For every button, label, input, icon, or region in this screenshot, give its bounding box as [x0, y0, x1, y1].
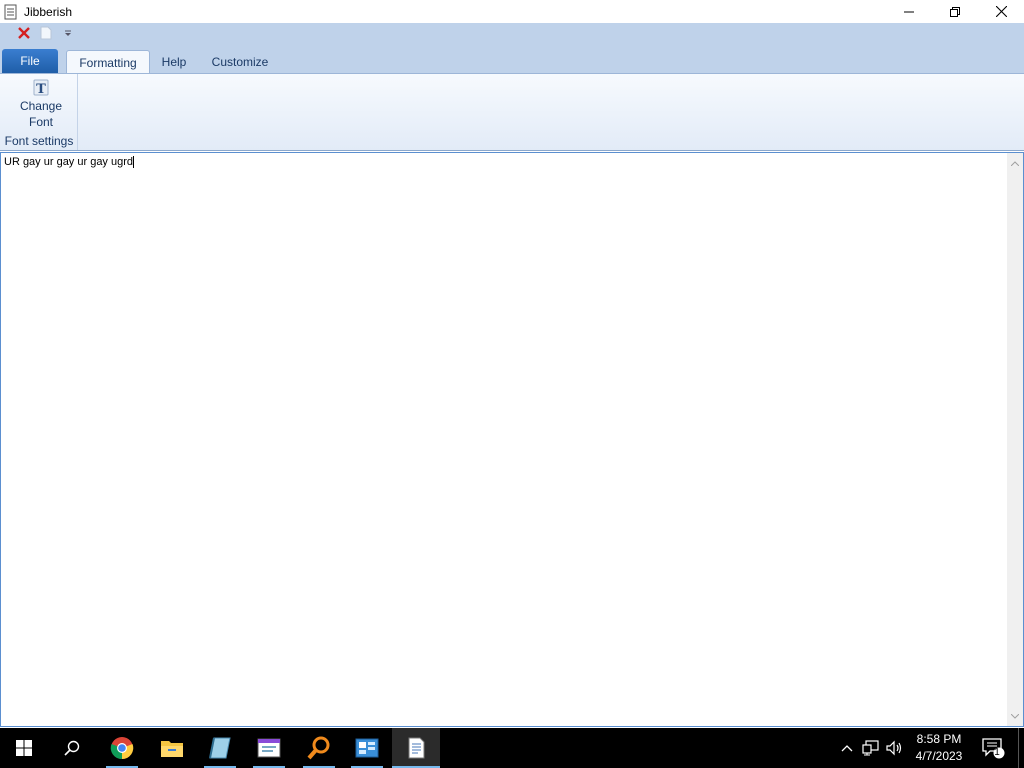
vertical-scrollbar[interactable]: [1007, 153, 1023, 726]
window-controls: [886, 0, 1024, 23]
text-editor[interactable]: UR gay ur gay ur gay ugrd: [0, 152, 1024, 727]
restore-icon: [950, 6, 960, 17]
taskbar-chrome[interactable]: [98, 728, 146, 768]
search-icon: [64, 740, 80, 756]
change-font-label-line2: Font: [28, 115, 53, 129]
tab-formatting[interactable]: Formatting: [66, 50, 150, 74]
start-icon: [16, 740, 32, 756]
window-title: Jibberish: [24, 4, 73, 19]
change-font-label-line1: Change: [19, 99, 63, 113]
network-button[interactable]: [860, 728, 882, 768]
svg-text:T: T: [36, 82, 46, 97]
ribbon-panel: T Change Font Font settings: [0, 73, 1024, 151]
action-center-button[interactable]: 1: [978, 728, 1008, 768]
text-caret: [133, 156, 135, 169]
new-document-button[interactable]: [36, 24, 56, 42]
font-icon: T: [33, 79, 49, 97]
close-icon: [995, 6, 1007, 17]
scroll-up-button[interactable]: [1007, 155, 1023, 171]
show-desktop-divider[interactable]: [1018, 728, 1019, 768]
show-hidden-icons-chevron: [841, 745, 853, 752]
taskbar-window-app[interactable]: [245, 728, 293, 768]
volume-icon: [886, 740, 902, 756]
restore-button[interactable]: [932, 0, 978, 23]
editor-content[interactable]: UR gay ur gay ur gay ugrd: [4, 156, 135, 169]
ribbon-tab-row: File Formatting Help Customize: [0, 43, 1024, 74]
system-clock[interactable]: 8:58 PM 4/7/2023: [906, 731, 972, 765]
show-hidden-icons-button[interactable]: [838, 728, 856, 768]
change-font-button[interactable]: T Change Font: [10, 78, 72, 130]
tab-customize[interactable]: Customize: [204, 50, 276, 73]
editor-text: UR gay ur gay ur gay ugrd: [4, 156, 134, 168]
window-app-icon: [257, 738, 281, 758]
taskbar: 8:58 PM 4/7/2023 1: [0, 728, 1024, 768]
file-explorer-icon: [161, 741, 183, 757]
control-panel-icon: [355, 738, 379, 758]
close-document-button[interactable]: [14, 24, 34, 42]
taskbar-magnifier-app[interactable]: [295, 728, 343, 768]
close-button[interactable]: [978, 0, 1024, 23]
notebook-app-icon: [209, 737, 231, 759]
taskbar-control-panel[interactable]: [343, 728, 391, 768]
notepad-document-icon: [4, 4, 17, 19]
close-document-icon: [18, 27, 30, 39]
magnifier-search-app-icon: [307, 736, 330, 760]
minimize-button[interactable]: [886, 0, 932, 23]
quick-access-toolbar: [0, 23, 1024, 43]
tab-help[interactable]: Help: [154, 50, 194, 73]
chevron-down-icon: [1011, 713, 1019, 719]
clock-date: 4/7/2023: [915, 749, 963, 763]
customize-toolbar-chevron-icon: [65, 30, 71, 36]
group-label-font-settings: Font settings: [4, 134, 74, 148]
file-tab[interactable]: File: [2, 49, 58, 73]
search-button[interactable]: [48, 728, 96, 768]
taskbar-notebook-app[interactable]: [196, 728, 244, 768]
minimize-icon: [904, 11, 914, 12]
ribbon-group-font-settings: T Change Font Font settings: [0, 74, 78, 150]
start-button[interactable]: [0, 728, 48, 768]
clock-time: 8:58 PM: [916, 732, 962, 746]
taskbar-file-explorer[interactable]: [148, 728, 196, 768]
title-bar: Jibberish: [0, 0, 1024, 23]
chrome-icon: [110, 737, 134, 760]
scroll-down-button[interactable]: [1007, 708, 1023, 724]
chevron-up-icon: [1011, 160, 1019, 166]
volume-button[interactable]: [884, 728, 906, 768]
customize-toolbar-button[interactable]: [58, 24, 78, 42]
taskbar-jibberish[interactable]: [392, 728, 440, 768]
network-icon: [862, 740, 879, 756]
jibberish-app-icon: [408, 737, 425, 759]
new-document-icon: [40, 26, 52, 40]
notification-count-badge: 1: [994, 747, 1000, 758]
